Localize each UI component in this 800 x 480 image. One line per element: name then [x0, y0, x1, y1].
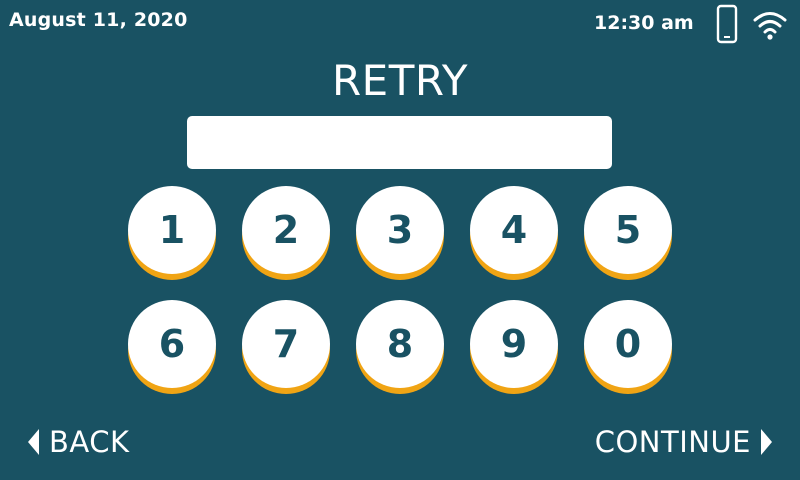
key-1-button[interactable]: 1 — [128, 186, 216, 274]
phone-icon — [716, 4, 738, 44]
key-6-button[interactable]: 6 — [128, 300, 216, 388]
key-5-button[interactable]: 5 — [584, 186, 672, 274]
wifi-icon — [753, 12, 787, 40]
key-4-button[interactable]: 4 — [470, 186, 558, 274]
continue-button[interactable]: CONTINUE — [595, 422, 772, 462]
date-label: August 11, 2020 — [9, 9, 188, 31]
key-2-button[interactable]: 2 — [242, 186, 330, 274]
time-label: 12:30 am — [594, 12, 694, 34]
back-label: BACK — [49, 425, 130, 459]
continue-label: CONTINUE — [594, 425, 751, 459]
key-0-button[interactable]: 0 — [584, 300, 672, 388]
back-button[interactable]: BACK — [28, 422, 130, 462]
chevron-left-icon — [28, 429, 39, 455]
code-input[interactable] — [187, 116, 612, 169]
chevron-right-icon — [761, 429, 772, 455]
key-7-button[interactable]: 7 — [242, 300, 330, 388]
key-3-button[interactable]: 3 — [356, 186, 444, 274]
key-8-button[interactable]: 8 — [356, 300, 444, 388]
status-bar: August 11, 2020 12:30 am — [0, 0, 800, 46]
page-title: RETRY — [331, 56, 469, 105]
key-9-button[interactable]: 9 — [470, 300, 558, 388]
